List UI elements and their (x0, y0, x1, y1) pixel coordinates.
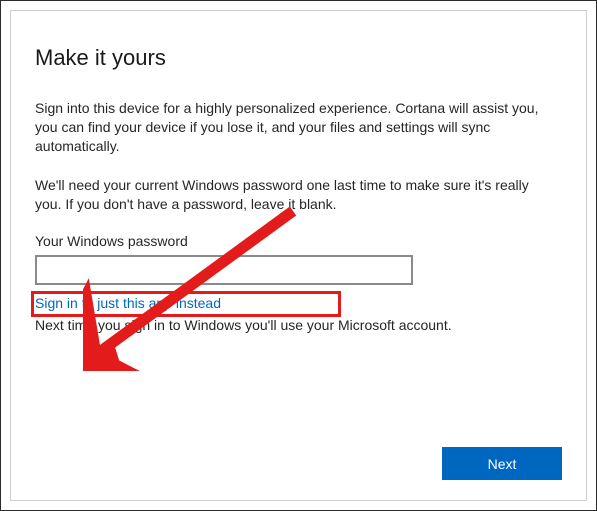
password-input[interactable] (35, 255, 413, 285)
sign-in-app-only-link[interactable]: Sign in to just this app instead (35, 295, 221, 311)
next-button[interactable]: Next (442, 447, 562, 480)
intro-paragraph-1: Sign into this device for a highly perso… (35, 99, 562, 156)
dialog-panel: Make it yours Sign into this device for … (10, 10, 587, 501)
next-time-info: Next time you sign in to Windows you'll … (35, 317, 562, 333)
intro-paragraph-2: We'll need your current Windows password… (35, 176, 562, 214)
annotation-arrow-icon (83, 201, 313, 371)
password-label: Your Windows password (35, 233, 562, 249)
page-title: Make it yours (35, 45, 562, 71)
